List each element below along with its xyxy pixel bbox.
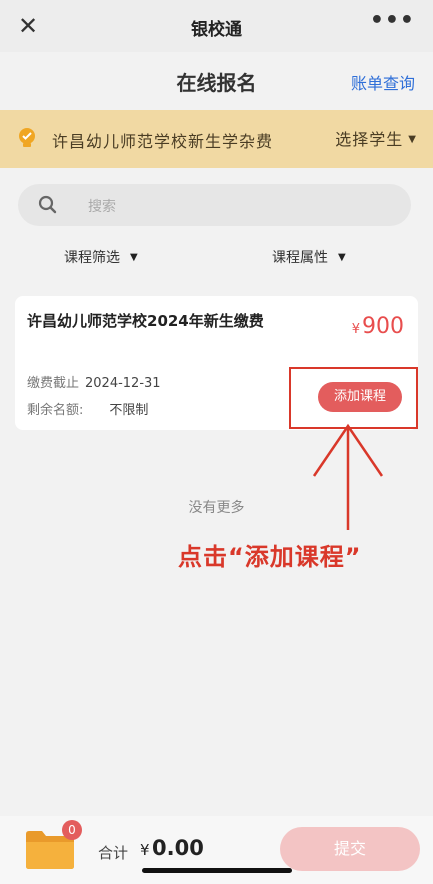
home-indicator [142,868,292,873]
caret-down-icon: ▼ [408,134,417,145]
cart-count-badge: 0 [62,820,82,840]
caret-down-icon: ▼ [130,252,138,263]
school-banner: 许昌幼儿师范学校新生学杂费 选择学生 ▼ [0,110,433,168]
instruction-annotation: 点击“添加课程” [178,543,362,571]
course-attribute-dropdown[interactable]: 课程属性 ▼ [272,247,346,267]
payment-deadline: 缴费截止 2024-12-31 [27,372,161,391]
course-attribute-label: 课程属性 [272,250,328,266]
app-title: 银校通 [191,20,242,40]
bill-query-link[interactable]: 账单查询 [351,70,415,94]
title-bar: ✕ 银校通 ••• [0,0,433,52]
bottom-bar: 0 合计 ¥ 0.00 提交 [0,816,433,884]
bulb-icon [19,128,35,147]
course-price: ¥900 [352,314,404,339]
search-placeholder: 搜索 [88,199,116,215]
total-amount: 0.00 [152,836,204,860]
course-filter-label: 课程筛选 [64,250,120,266]
more-options-icon[interactable]: ••• [370,8,415,33]
deadline-value: 2024-12-31 [85,376,161,391]
total-label: 合计 [98,844,129,862]
course-title: 许昌幼儿师范学校2024年新生缴费 [27,312,264,330]
caret-down-icon: ▼ [338,252,346,263]
school-fee-name: 许昌幼儿师范学校新生学杂费 [52,132,274,151]
currency-symbol: ¥ [351,322,360,337]
quota-label: 剩余名额: [27,403,84,418]
search-icon [38,195,57,214]
search-input[interactable]: 搜索 [18,184,411,226]
list-end-text: 没有更多 [188,500,245,516]
price-amount: 900 [362,314,404,339]
course-filter-dropdown[interactable]: 课程筛选 ▼ [64,247,138,267]
deadline-label: 缴费截止 [27,376,80,391]
page-header: 在线报名 账单查询 [0,52,433,110]
total-currency: ¥ [140,841,150,859]
quota-value: 不限制 [109,403,149,418]
remaining-quota: 剩余名额: 不限制 [27,399,148,418]
select-student-dropdown[interactable]: 选择学生 ▼ [335,126,417,150]
select-student-label: 选择学生 [335,130,404,149]
submit-button[interactable]: 提交 [280,827,420,871]
